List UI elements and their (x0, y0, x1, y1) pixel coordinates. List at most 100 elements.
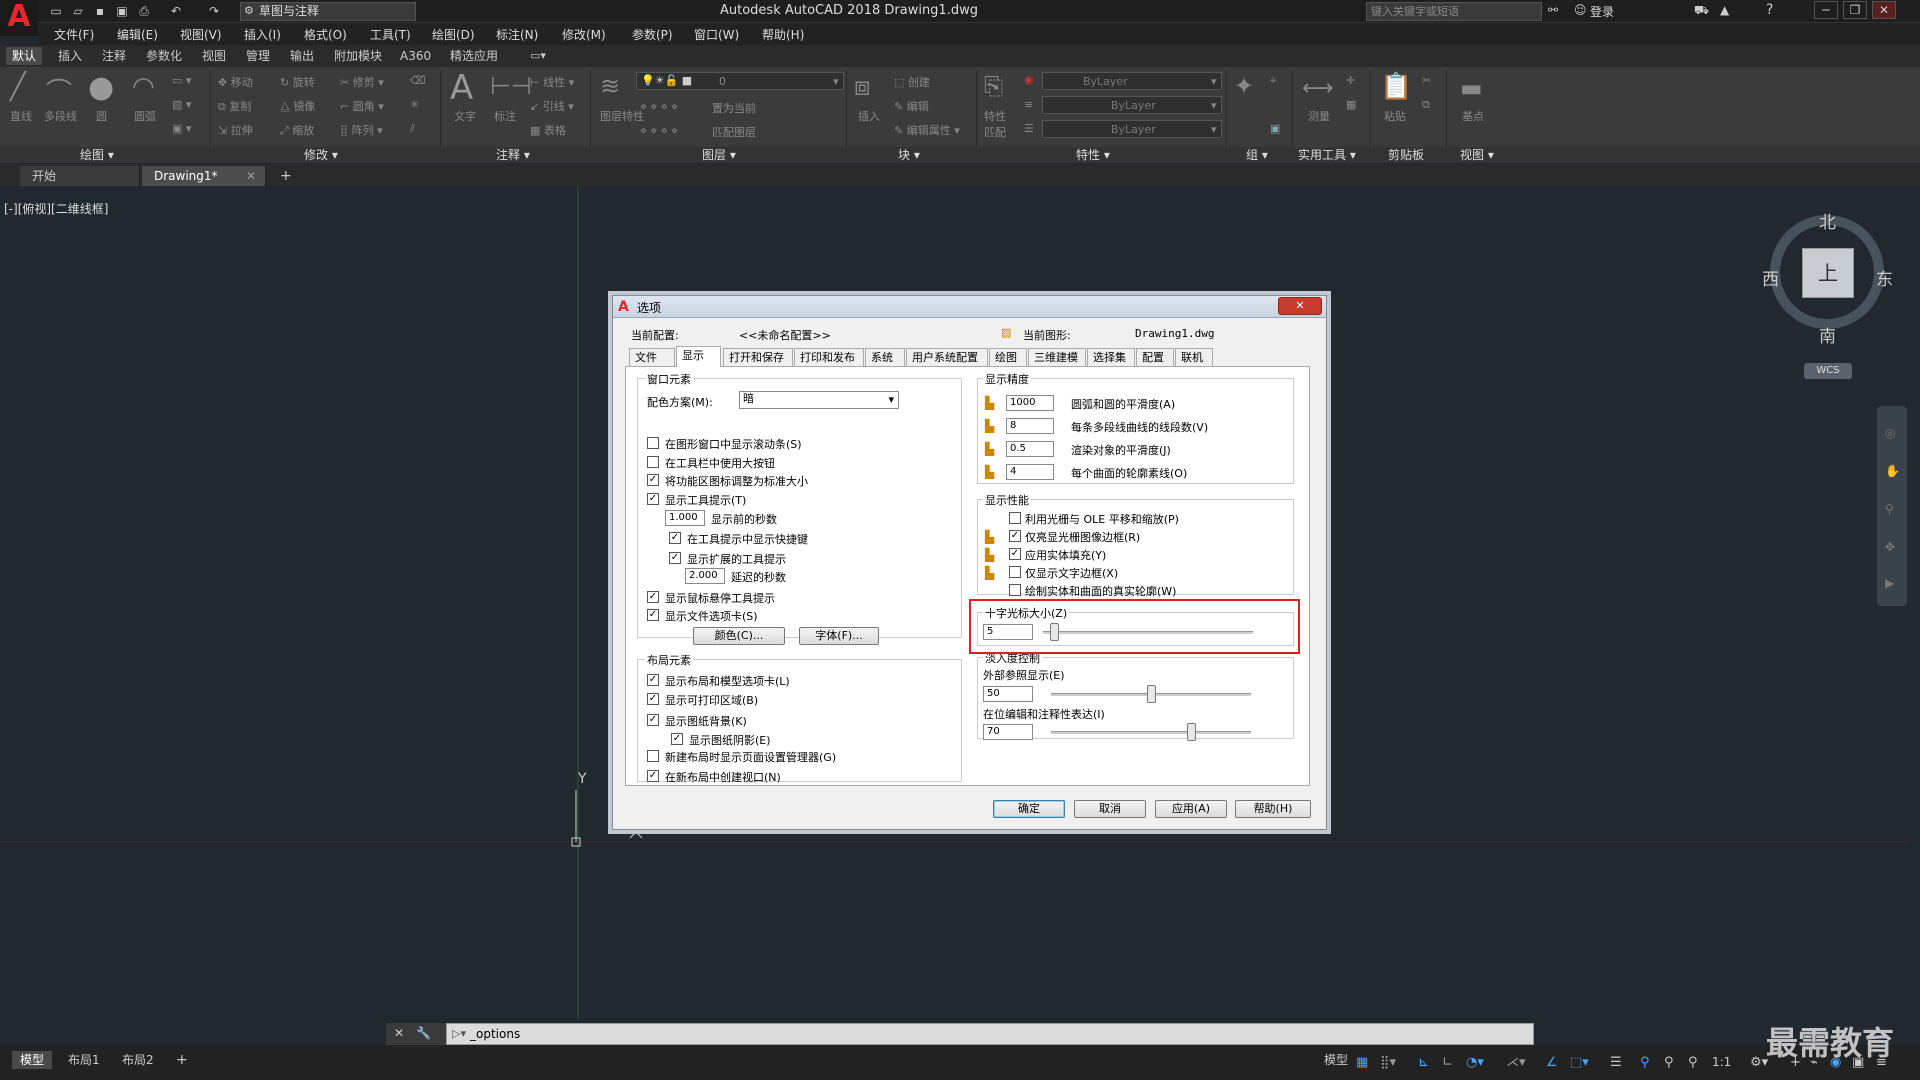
ribbon-tab-insert[interactable]: 插入 (52, 47, 88, 65)
orbit-icon[interactable]: ✥ (1885, 540, 1895, 554)
redo-icon[interactable]: ↷ (206, 3, 222, 19)
printable-area-checkbox[interactable]: ✓ (647, 693, 659, 705)
inplace-fade-slider[interactable] (1187, 723, 1196, 741)
inplace-fade-input[interactable]: 70 (983, 724, 1033, 740)
edit-block-icon[interactable]: ✎ 编辑 (894, 98, 929, 114)
pan-icon[interactable]: ✋ (1885, 464, 1900, 478)
new-tab-icon[interactable]: + (280, 168, 292, 184)
group-icon[interactable]: ✦ (1234, 72, 1254, 100)
resize-ribbon-icons-checkbox[interactable]: ✓ (647, 474, 659, 486)
apply-button[interactable]: 应用(A) (1155, 800, 1227, 818)
solid-fill-checkbox[interactable]: ✓ (1009, 548, 1021, 560)
move-icon[interactable]: ✥ 移动 (218, 74, 253, 90)
tab-files[interactable]: 文件 (629, 348, 675, 366)
ribbon-tab-parametric[interactable]: 参数化 (140, 47, 188, 65)
circle-icon[interactable]: ● (88, 70, 114, 105)
undo-icon[interactable]: ↶ (168, 3, 184, 19)
ribbon-tab-view[interactable]: 视图 (196, 47, 232, 65)
raster-frame-checkbox[interactable]: ✓ (1009, 530, 1021, 542)
print-icon[interactable]: ⎙ (136, 3, 152, 19)
add-layout-icon[interactable]: + (176, 1052, 188, 1068)
edit-attr-icon[interactable]: ✎ 编辑属性 ▾ (894, 122, 960, 138)
paper-shadow-checkbox[interactable]: ✓ (671, 733, 683, 745)
tab-user-prefs[interactable]: 用户系统配置 (906, 348, 988, 366)
saveas-icon[interactable]: ▣ (114, 3, 130, 19)
large-buttons-checkbox[interactable] (647, 456, 659, 468)
ribbon-toggle-icon[interactable]: ▭▾ (530, 49, 546, 62)
mirror-icon[interactable]: ⧋ 镜像 (280, 98, 315, 114)
linear-icon[interactable]: ⊢ 线性 ▾ (530, 74, 574, 90)
layer-dropdown[interactable]: 💡☀🔓 ■ 0 ▾ (636, 72, 844, 90)
dialog-title-bar[interactable] (613, 296, 1326, 318)
a360-icon[interactable]: ▲ (1720, 3, 1729, 17)
rotate-icon[interactable]: ↻ 旋转 (280, 74, 315, 90)
cancel-button[interactable]: 取消 (1074, 800, 1146, 818)
polyline-icon[interactable]: ⌒ (46, 72, 72, 109)
arc-icon[interactable]: ◠ (132, 72, 155, 102)
linetype-icon[interactable]: ≡ (1024, 98, 1033, 111)
compass-south[interactable]: 南 (1819, 322, 1836, 347)
text-frame-checkbox[interactable] (1009, 566, 1021, 578)
doc-tab-start[interactable]: 开始 (20, 166, 140, 186)
layout-tab-model[interactable]: 模型 (12, 1051, 53, 1069)
panel-annotation[interactable]: 注释 ▾ (496, 147, 530, 163)
point-icon[interactable]: ✛ (1346, 74, 1355, 87)
osnap-tracking-icon[interactable]: ∠ (1546, 1055, 1558, 1070)
xref-fade-slider[interactable] (1147, 685, 1156, 703)
lineweight-dropdown[interactable]: ByLayer ▾ (1042, 120, 1222, 138)
panel-layers[interactable]: 图层 ▾ (702, 147, 736, 163)
viewcube-top-face[interactable]: 上 (1802, 248, 1854, 298)
login-link[interactable]: 登录 (1590, 3, 1614, 20)
arc-smoothness-input[interactable]: 1000 (1006, 395, 1054, 411)
insert-block-icon[interactable]: ⧈ (854, 72, 871, 103)
tab-online[interactable]: 联机 (1175, 348, 1213, 366)
linetype-dropdown[interactable]: ByLayer ▾ (1042, 96, 1222, 114)
compass-west[interactable]: 西 (1762, 265, 1779, 290)
binoculars-icon[interactable]: ⚯ (1548, 3, 1558, 17)
doc-tab-drawing1[interactable]: Drawing1* ✕ (142, 166, 266, 186)
colors-button[interactable]: 颜色(C)... (693, 627, 785, 645)
color-dropdown[interactable]: ByLayer ▾ (1042, 72, 1222, 90)
layer-properties-icon[interactable]: ≋ (600, 72, 620, 100)
tab-open-save[interactable]: 打开和保存 (723, 348, 793, 366)
menu-file[interactable]: 文件(F) (54, 26, 94, 43)
close-tab-icon[interactable]: ✕ (246, 166, 256, 186)
menu-edit[interactable]: 编辑(E) (117, 26, 158, 43)
leader-icon[interactable]: ↙ 引线 ▾ (530, 98, 574, 114)
menu-help[interactable]: 帮助(H) (762, 26, 804, 43)
dimension-icon[interactable]: ⊢⊣ (490, 72, 532, 100)
viewport-controls[interactable]: [-][俯视][二维线框] (4, 200, 108, 217)
ok-button[interactable]: 确定 (993, 800, 1065, 818)
paper-background-checkbox[interactable]: ✓ (647, 714, 659, 726)
steeringwheel-icon[interactable]: ◎ (1885, 426, 1895, 440)
table-icon[interactable]: ▦ 表格 (530, 122, 566, 138)
help-icon[interactable]: ? (1766, 2, 1773, 18)
show-tooltips-checkbox[interactable]: ✓ (647, 493, 659, 505)
osnap-icon[interactable]: ⬚▾ (1570, 1055, 1589, 1070)
menu-window[interactable]: 窗口(W) (694, 26, 739, 43)
menu-format[interactable]: 格式(O) (304, 26, 347, 43)
tab-profiles[interactable]: 配置 (1136, 348, 1174, 366)
isodraft-icon[interactable]: ⋌▾ (1506, 1055, 1526, 1070)
layer-tools-row1-icon[interactable]: ⋄ ⋄ ⋄ ⋄ (640, 100, 678, 113)
polar-icon[interactable]: ◔▾ (1466, 1055, 1484, 1070)
menu-dimension[interactable]: 标注(N) (496, 26, 538, 43)
command-line-input[interactable] (446, 1023, 1534, 1045)
region-icon[interactable]: ▣ ▾ (172, 122, 191, 135)
ribbon-tab-manage[interactable]: 管理 (240, 47, 276, 65)
group-select-icon[interactable]: ▣ (1270, 122, 1280, 135)
create-viewport-checkbox[interactable]: ✓ (647, 770, 659, 782)
color-scheme-select[interactable]: 暗 ▾ (739, 391, 899, 409)
search-input[interactable]: 键入关键字或短语 (1366, 2, 1542, 21)
ribbon-tab-annotate[interactable]: 注释 (96, 47, 132, 65)
ribbon-tab-a360[interactable]: A360 (394, 47, 437, 65)
ortho-icon[interactable]: ∟ (1442, 1055, 1453, 1070)
wcs-menu[interactable]: WCS (1804, 363, 1852, 379)
panel-utilities[interactable]: 实用工具 ▾ (1298, 147, 1356, 163)
lineweight-icon[interactable]: ☰ (1610, 1055, 1622, 1070)
tab-3d-modeling[interactable]: 三维建模 (1028, 348, 1086, 366)
fonts-button[interactable]: 字体(F)... (799, 627, 879, 645)
annotation-scale-value[interactable]: 1:1 (1712, 1055, 1731, 1069)
layer-tools-row2-icon[interactable]: ⋄ ⋄ ⋄ ⋄ (640, 124, 678, 137)
xref-fade-input[interactable]: 50 (983, 686, 1033, 702)
